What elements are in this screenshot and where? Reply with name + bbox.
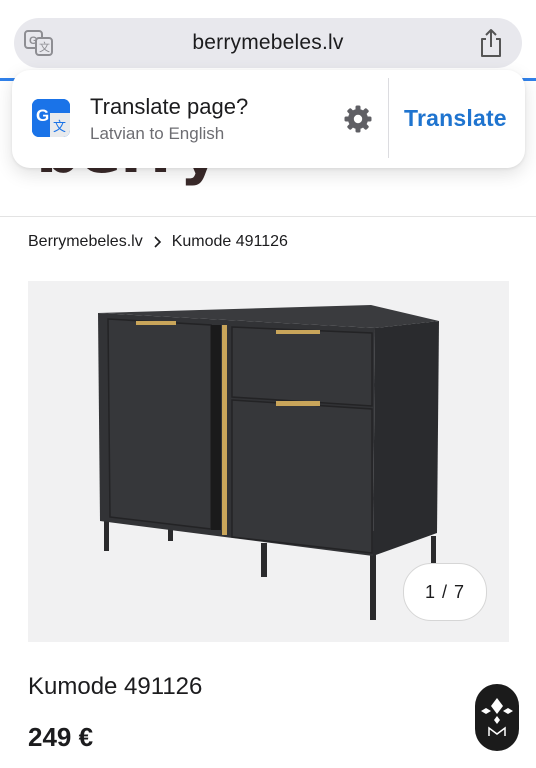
breadcrumb-current: Kumode 491126 <box>171 233 288 250</box>
google-translate-icon: G 文 <box>32 99 70 137</box>
translate-popup: G 文 Translate page? Latvian to English T… <box>12 70 525 168</box>
product-title: Kumode 491126 <box>28 673 203 700</box>
breadcrumb-home-link[interactable]: Berrymebeles.lv <box>28 233 143 251</box>
diamond-logo-icon <box>481 698 513 736</box>
translate-button[interactable]: Translate <box>404 105 507 132</box>
browser-toolbar: G 文 berrymebeles.lv <box>0 0 536 81</box>
popup-divider <box>388 78 389 158</box>
translate-popup-title: Translate page? <box>90 94 249 119</box>
address-bar[interactable]: G 文 berrymebeles.lv <box>14 18 522 68</box>
image-counter: 1 / 7 <box>403 563 487 621</box>
svg-text:G: G <box>36 106 49 125</box>
chevron-right-icon <box>150 235 166 249</box>
chat-widget-button[interactable] <box>475 684 519 751</box>
breadcrumb: Berrymebeles.lv Kumode 491126 <box>28 233 288 251</box>
gear-icon[interactable] <box>344 105 372 133</box>
translate-popup-languages: Latvian to English <box>90 124 225 143</box>
share-icon[interactable] <box>478 28 504 58</box>
url-text[interactable]: berrymebeles.lv <box>14 31 522 55</box>
svg-text:文: 文 <box>53 119 66 134</box>
product-price: 249 € <box>28 722 94 752</box>
